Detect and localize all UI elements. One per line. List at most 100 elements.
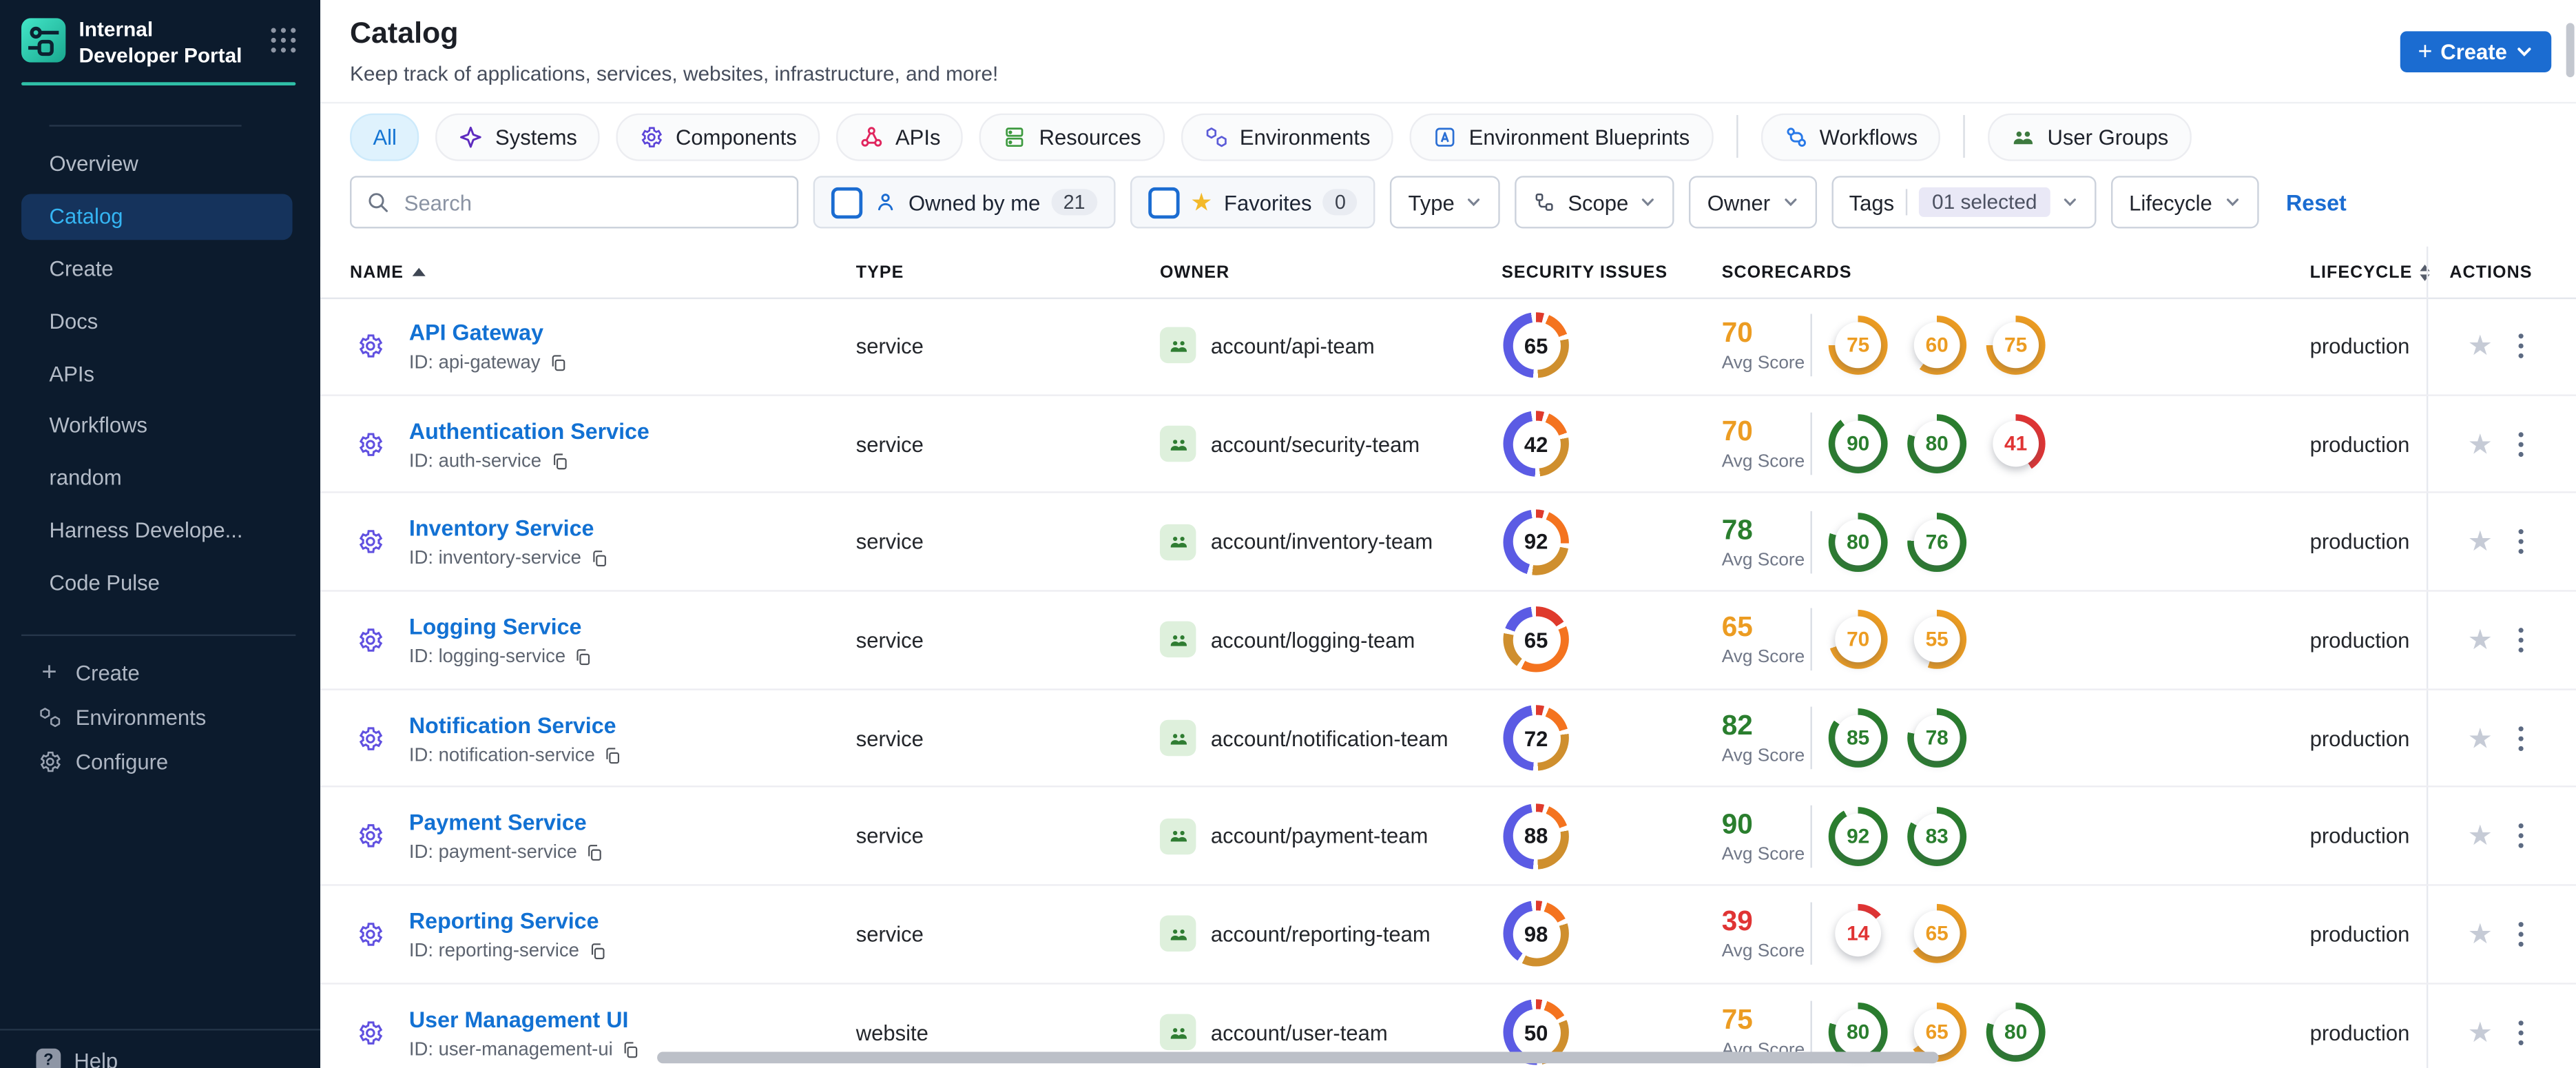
kebab-menu-icon[interactable] <box>2514 623 2528 657</box>
kebab-menu-icon[interactable] <box>2514 721 2528 755</box>
tab-resources[interactable]: Resources <box>979 112 1165 161</box>
gear-icon <box>36 748 62 774</box>
favorite-star-icon[interactable]: ★ <box>2468 1018 2493 1047</box>
sidebar-footer-environments[interactable]: Environments <box>0 695 320 739</box>
tab-systems[interactable]: Systems <box>436 112 601 161</box>
search-input[interactable] <box>400 188 782 216</box>
kebab-menu-icon[interactable] <box>2514 329 2528 363</box>
owned-by-me-filter[interactable]: Owned by me 21 <box>813 176 1115 229</box>
favorite-star-icon[interactable]: ★ <box>2468 626 2493 655</box>
module-grid-icon[interactable] <box>271 28 298 54</box>
scorecard-ring[interactable]: 80 <box>1907 414 1967 474</box>
scorecard-ring[interactable]: 60 <box>1907 316 1967 376</box>
scorecard-ring[interactable]: 75 <box>1986 316 2046 376</box>
scorecard-ring[interactable]: 75 <box>1828 316 1888 376</box>
sidebar-footer-configure[interactable]: Configure <box>0 739 320 783</box>
security-issues-value: 65 <box>1512 616 1560 664</box>
copy-icon[interactable] <box>548 353 568 373</box>
sidebar-item-overview[interactable]: Overview <box>0 138 320 190</box>
sidebar-item-docs[interactable]: Docs <box>0 295 320 347</box>
scorecard-ring[interactable]: 80 <box>1986 1003 2046 1062</box>
sidebar-item-create[interactable]: Create <box>0 243 320 295</box>
security-issues-donut[interactable]: 72 <box>1503 705 1569 771</box>
kebab-menu-icon[interactable] <box>2514 427 2528 461</box>
sidebar-item-catalog[interactable]: Catalog <box>0 190 320 243</box>
copy-icon[interactable] <box>590 549 610 569</box>
favorites-filter[interactable]: ★ Favorites 0 <box>1129 176 1375 229</box>
copy-icon[interactable] <box>550 451 570 471</box>
entity-name-link[interactable]: Logging Service <box>409 615 582 639</box>
favorite-star-icon[interactable]: ★ <box>2468 430 2493 458</box>
entity-name-link[interactable]: API Gateway <box>409 320 543 345</box>
create-button[interactable]: + Create <box>2400 31 2552 72</box>
kebab-menu-icon[interactable] <box>2514 1015 2528 1049</box>
vertical-scrollbar[interactable] <box>2566 23 2575 78</box>
owned-by-me-checkbox[interactable] <box>831 186 863 218</box>
sidebar-item-code-pulse[interactable]: Code Pulse <box>0 556 320 608</box>
entity-name-link[interactable]: Authentication Service <box>409 418 650 443</box>
owner-filter-dropdown[interactable]: Owner <box>1689 176 1816 229</box>
security-issues-donut[interactable]: 42 <box>1503 411 1569 477</box>
security-issues-donut[interactable]: 98 <box>1503 901 1569 967</box>
scorecard-ring[interactable]: 76 <box>1907 512 1967 572</box>
favorites-checkbox[interactable] <box>1147 186 1179 218</box>
kebab-menu-icon[interactable] <box>2514 524 2528 559</box>
sidebar-item-random[interactable]: random <box>0 451 320 504</box>
sidebar-item-workflows[interactable]: Workflows <box>0 400 320 452</box>
security-issues-donut[interactable]: 65 <box>1503 607 1569 673</box>
scorecard-ring[interactable]: 90 <box>1828 414 1888 474</box>
favorite-star-icon[interactable]: ★ <box>2468 331 2493 360</box>
favorite-star-icon[interactable]: ★ <box>2468 921 2493 949</box>
scorecard-ring[interactable]: 70 <box>1828 610 1888 670</box>
divider <box>1905 189 1908 216</box>
scorecard-ring[interactable]: 80 <box>1828 512 1888 572</box>
copy-icon[interactable] <box>621 1040 641 1060</box>
copy-icon[interactable] <box>574 648 594 668</box>
scorecard-ring[interactable]: 14 <box>1828 904 1888 964</box>
entity-name-link[interactable]: Payment Service <box>409 811 587 836</box>
scorecard-ring[interactable]: 85 <box>1828 708 1888 768</box>
scorecard-ring[interactable]: 92 <box>1828 806 1888 866</box>
favorite-star-icon[interactable]: ★ <box>2468 822 2493 850</box>
entity-name-link[interactable]: Reporting Service <box>409 909 599 934</box>
scope-filter-dropdown[interactable]: Scope <box>1515 176 1675 229</box>
scorecard-ring[interactable]: 65 <box>1907 904 1967 964</box>
entity-name-link[interactable]: Notification Service <box>409 712 616 737</box>
scorecard-ring[interactable]: 41 <box>1986 414 2046 474</box>
tab-all[interactable]: All <box>350 112 420 161</box>
copy-icon[interactable] <box>588 942 607 962</box>
security-issues-donut[interactable]: 92 <box>1503 509 1569 575</box>
copy-icon[interactable] <box>603 746 623 766</box>
tab-apis[interactable]: APIs <box>836 112 964 161</box>
tab-environments[interactable]: Environments <box>1181 112 1393 161</box>
kebab-menu-icon[interactable] <box>2514 917 2528 952</box>
tags-filter-dropdown[interactable]: Tags 01 selected <box>1831 176 2097 229</box>
scorecard-ring[interactable]: 78 <box>1907 708 1967 768</box>
reset-filters-link[interactable]: Reset <box>2286 189 2347 214</box>
sidebar-help[interactable]: ? Help <box>36 1048 118 1068</box>
lifecycle-filter-dropdown[interactable]: Lifecycle <box>2110 176 2258 229</box>
entity-name-link[interactable]: User Management UI <box>409 1007 629 1031</box>
favorite-star-icon[interactable]: ★ <box>2468 724 2493 752</box>
copy-icon[interactable] <box>585 843 605 863</box>
security-issues-donut[interactable]: 88 <box>1503 803 1569 870</box>
horizontal-scrollbar[interactable] <box>657 1051 1939 1064</box>
tab-environment-blueprints[interactable]: Environment Blueprints <box>1409 112 1713 161</box>
tab-components[interactable]: Components <box>616 112 820 161</box>
scorecard-score: 90 <box>1835 420 1882 467</box>
sidebar-item-harness-developer[interactable]: Harness Develope... <box>0 504 320 556</box>
tab-user-groups[interactable]: User Groups <box>1988 112 2192 161</box>
entity-name-link[interactable]: Inventory Service <box>409 516 594 541</box>
column-header-name[interactable]: NAME <box>350 247 856 298</box>
security-issues-donut[interactable]: 65 <box>1503 313 1569 379</box>
scorecard-ring[interactable]: 55 <box>1907 610 1967 670</box>
kebab-menu-icon[interactable] <box>2514 819 2528 854</box>
scorecard-ring[interactable]: 83 <box>1907 806 1967 866</box>
column-header-lifecycle[interactable]: LIFECYCLE <box>2310 247 2431 298</box>
favorite-star-icon[interactable]: ★ <box>2468 528 2493 556</box>
type-filter-dropdown[interactable]: Type <box>1390 176 1501 229</box>
sidebar-item-apis[interactable]: APIs <box>0 347 320 400</box>
team-icon <box>1159 1014 1196 1051</box>
tab-workflows[interactable]: Workflows <box>1760 112 1941 161</box>
sidebar-footer-create[interactable]: + Create <box>0 651 320 695</box>
